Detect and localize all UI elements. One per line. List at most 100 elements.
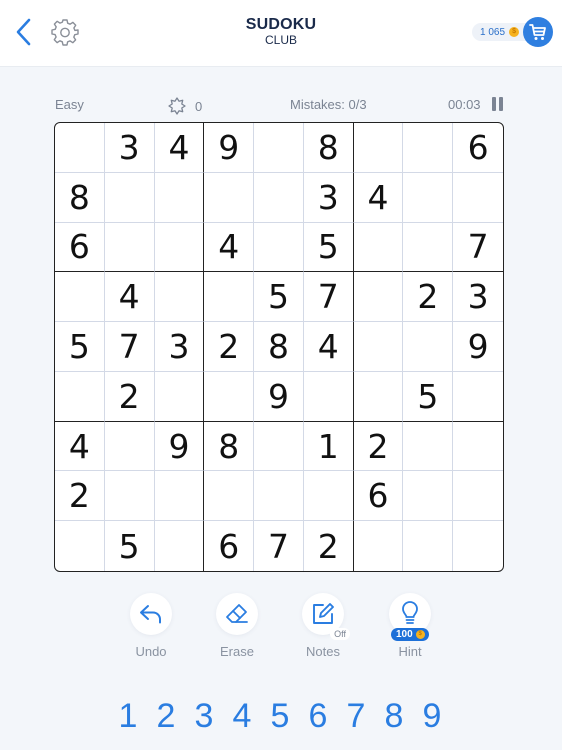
grid-cell-r1c8[interactable] <box>403 123 454 173</box>
grid-cell-r1c5[interactable] <box>254 123 304 173</box>
grid-cell-r7c9[interactable] <box>453 422 503 472</box>
grid-cell-r3c5[interactable] <box>254 222 304 273</box>
grid-cell-r6c2[interactable]: 2 <box>104 371 155 422</box>
number-button-2[interactable]: 2 <box>148 696 184 736</box>
grid-cell-r8c6[interactable] <box>303 471 354 522</box>
grid-cell-r6c9[interactable] <box>453 372 503 422</box>
grid-cell-r4c3[interactable] <box>154 272 205 323</box>
grid-cell-r5c9[interactable]: 9 <box>453 322 503 372</box>
hint-button[interactable]: 100 $ Hint <box>380 593 440 659</box>
grid-cell-r2c1[interactable]: 8 <box>55 172 105 223</box>
grid-cell-r1c2[interactable]: 3 <box>104 123 155 173</box>
grid-cell-r4c4[interactable] <box>204 272 255 323</box>
shop-button[interactable] <box>523 17 553 47</box>
grid-cell-r9c5[interactable]: 7 <box>254 521 304 571</box>
grid-cell-r8c3[interactable] <box>154 471 205 522</box>
grid-cell-r7c3[interactable]: 9 <box>154 421 205 472</box>
grid-cell-r3c8[interactable] <box>403 222 454 273</box>
grid-cell-r5c8[interactable] <box>403 322 454 372</box>
grid-cell-r3c4[interactable]: 4 <box>204 222 255 273</box>
grid-cell-r3c2[interactable] <box>104 222 155 273</box>
grid-cell-r2c6[interactable]: 3 <box>303 172 354 223</box>
number-button-6[interactable]: 6 <box>300 696 336 736</box>
grid-cell-r6c5[interactable]: 9 <box>254 371 304 422</box>
grid-cell-r6c1[interactable] <box>55 371 105 422</box>
number-button-4[interactable]: 4 <box>224 696 260 736</box>
grid-cell-r7c8[interactable] <box>403 421 454 472</box>
grid-cell-r5c5[interactable]: 8 <box>254 322 304 372</box>
grid-cell-r4c9[interactable]: 3 <box>453 272 503 323</box>
grid-cell-r4c1[interactable] <box>55 272 105 323</box>
grid-cell-r7c5[interactable] <box>254 421 304 472</box>
grid-cell-r7c6[interactable]: 1 <box>303 421 354 472</box>
grid-cell-r3c9[interactable]: 7 <box>453 223 503 273</box>
grid-cell-r3c6[interactable]: 5 <box>303 222 354 273</box>
top-bar: SUDOKU CLUB 1 065 $ <box>0 0 562 67</box>
erase-circle <box>216 593 258 635</box>
grid-cell-r7c4[interactable]: 8 <box>204 421 255 472</box>
grid-cell-r1c6[interactable]: 8 <box>303 123 354 173</box>
grid-cell-r8c2[interactable] <box>104 471 155 522</box>
score-value: 0 <box>195 98 203 114</box>
grid-cell-r9c9[interactable] <box>453 521 503 571</box>
grid-cell-r2c4[interactable] <box>204 172 255 223</box>
grid-cell-r5c6[interactable]: 4 <box>303 322 354 372</box>
grid-cell-r1c7[interactable] <box>353 123 404 173</box>
grid-cell-r3c7[interactable] <box>353 222 404 273</box>
grid-cell-r1c4[interactable]: 9 <box>204 123 255 173</box>
undo-button[interactable]: Undo <box>121 593 181 659</box>
grid-cell-r7c2[interactable] <box>104 421 155 472</box>
eraser-icon <box>226 604 248 623</box>
grid-cell-r9c2[interactable]: 5 <box>105 521 155 571</box>
number-button-1[interactable]: 1 <box>110 696 146 736</box>
grid-cell-r8c1[interactable]: 2 <box>55 471 105 522</box>
grid-cell-r9c6[interactable]: 2 <box>304 521 354 571</box>
number-button-3[interactable]: 3 <box>186 696 222 736</box>
grid-cell-r4c7[interactable] <box>353 272 404 323</box>
grid-cell-r6c8[interactable]: 5 <box>403 371 454 422</box>
grid-cell-r6c3[interactable] <box>154 371 205 422</box>
grid-cell-r1c1[interactable] <box>55 123 105 173</box>
notes-button[interactable]: Off Notes <box>293 593 353 659</box>
grid-cell-r9c4[interactable]: 6 <box>204 521 255 571</box>
grid-cell-r8c5[interactable] <box>254 471 304 522</box>
grid-cell-r5c1[interactable]: 5 <box>55 322 105 372</box>
grid-cell-r5c4[interactable]: 2 <box>204 322 255 372</box>
grid-cell-r4c5[interactable]: 5 <box>254 272 304 323</box>
grid-cell-r9c1[interactable] <box>55 521 105 571</box>
number-button-7[interactable]: 7 <box>338 696 374 736</box>
grid-cell-r6c7[interactable] <box>353 371 404 422</box>
grid-cell-r5c2[interactable]: 7 <box>104 322 155 372</box>
grid-cell-r2c9[interactable] <box>453 173 503 223</box>
grid-cell-r4c6[interactable]: 7 <box>303 272 354 323</box>
grid-cell-r8c8[interactable] <box>403 471 454 522</box>
grid-cell-r8c4[interactable] <box>204 471 255 522</box>
grid-cell-r5c7[interactable] <box>353 322 404 372</box>
grid-cell-r6c4[interactable] <box>204 371 255 422</box>
grid-cell-r2c5[interactable] <box>254 172 304 223</box>
erase-button[interactable]: Erase <box>207 593 267 659</box>
grid-cell-r9c3[interactable] <box>155 521 205 571</box>
grid-cell-r4c8[interactable]: 2 <box>403 272 454 323</box>
number-button-8[interactable]: 8 <box>376 696 412 736</box>
grid-cell-r1c3[interactable]: 4 <box>154 123 205 173</box>
grid-cell-r7c1[interactable]: 4 <box>55 421 105 472</box>
number-button-9[interactable]: 9 <box>414 696 450 736</box>
grid-cell-r7c7[interactable]: 2 <box>353 421 404 472</box>
grid-cell-r3c1[interactable]: 6 <box>55 222 105 273</box>
grid-cell-r5c3[interactable]: 3 <box>154 322 205 372</box>
grid-cell-r2c7[interactable]: 4 <box>353 172 404 223</box>
grid-cell-r3c3[interactable] <box>154 222 205 273</box>
grid-cell-r2c2[interactable] <box>104 172 155 223</box>
grid-cell-r1c9[interactable]: 6 <box>453 123 503 173</box>
grid-cell-r9c7[interactable] <box>354 521 404 571</box>
grid-cell-r4c2[interactable]: 4 <box>104 272 155 323</box>
grid-cell-r8c9[interactable] <box>453 471 503 522</box>
number-button-5[interactable]: 5 <box>262 696 298 736</box>
grid-cell-r8c7[interactable]: 6 <box>353 471 404 522</box>
grid-cell-r2c3[interactable] <box>154 172 205 223</box>
grid-cell-r6c6[interactable] <box>303 371 354 422</box>
pause-button[interactable] <box>492 97 504 111</box>
grid-cell-r9c8[interactable] <box>403 521 454 571</box>
grid-cell-r2c8[interactable] <box>403 172 454 223</box>
